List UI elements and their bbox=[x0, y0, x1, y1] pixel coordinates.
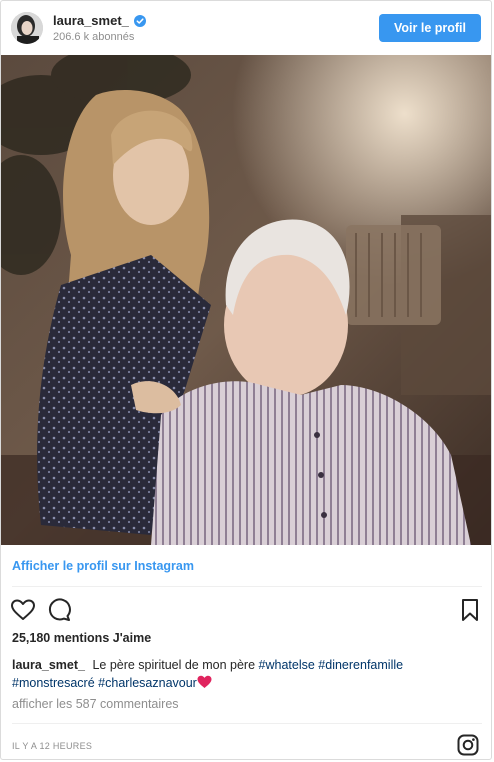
caption-text: Le père spirituel de mon père bbox=[88, 658, 259, 672]
caption-username[interactable]: laura_smet_ bbox=[12, 658, 85, 672]
divider bbox=[12, 723, 482, 724]
instagram-embed-card: laura_smet_ 206.6 k abonnés Voir le prof… bbox=[0, 0, 492, 760]
post-caption: laura_smet_ Le père spirituel de mon pèr… bbox=[12, 656, 482, 692]
username[interactable]: laura_smet_ bbox=[53, 13, 129, 28]
instagram-logo-icon[interactable] bbox=[457, 734, 479, 756]
hashtag-link[interactable]: #dinerenfamille bbox=[318, 658, 403, 672]
view-profile-button[interactable]: Voir le profil bbox=[379, 14, 481, 42]
avatar-photo bbox=[11, 12, 43, 44]
hashtag-link[interactable]: #charlesaznavour bbox=[98, 676, 197, 690]
follower-count: 206.6 k abonnés bbox=[53, 31, 135, 43]
likes-count[interactable]: 25,180 mentions J'aime bbox=[12, 631, 151, 645]
post-photo[interactable] bbox=[1, 55, 491, 545]
view-profile-on-instagram-link[interactable]: Afficher le profil sur Instagram bbox=[12, 559, 194, 573]
post-header: laura_smet_ 206.6 k abonnés Voir le prof… bbox=[1, 1, 491, 57]
username-row: laura_smet_ bbox=[53, 13, 146, 28]
comment-bubble-icon[interactable] bbox=[46, 597, 72, 623]
hashtag-link[interactable]: #whatelse bbox=[259, 658, 315, 672]
post-timestamp[interactable]: IL Y A 12 HEURES bbox=[12, 741, 92, 751]
red-heart-icon bbox=[197, 675, 212, 688]
view-comments-link[interactable]: afficher les 587 commentaires bbox=[12, 697, 179, 711]
divider bbox=[12, 586, 482, 587]
post-image bbox=[1, 55, 491, 545]
verified-badge-icon bbox=[133, 14, 146, 27]
bookmark-icon[interactable] bbox=[457, 597, 483, 623]
hashtag-link[interactable]: #monstresacré bbox=[12, 676, 95, 690]
post-actions bbox=[1, 597, 491, 623]
avatar[interactable] bbox=[11, 12, 43, 44]
heart-outline-icon[interactable] bbox=[10, 597, 36, 623]
